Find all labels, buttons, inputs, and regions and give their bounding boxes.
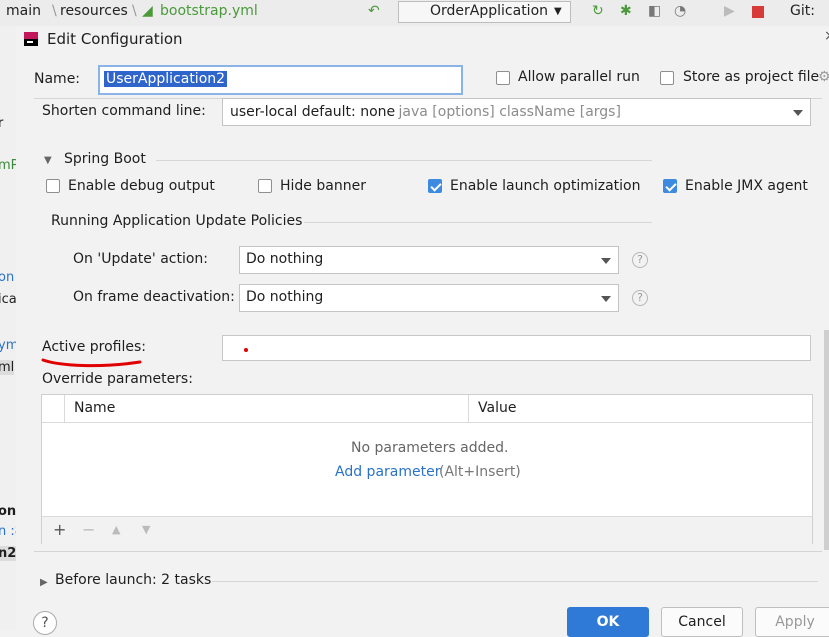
allow-parallel-label: Allow parallel run bbox=[518, 69, 640, 85]
override-parameters-table: Name Value No parameters added. Add para… bbox=[41, 394, 813, 544]
side-fragment: ml bbox=[0, 360, 15, 375]
column-header-name[interactable]: Name bbox=[74, 400, 115, 416]
run-icon[interactable]: ▶ bbox=[724, 3, 735, 19]
side-fragment: ym bbox=[0, 338, 16, 353]
run-config-label: OrderApplication bbox=[430, 3, 549, 19]
hammer-icon[interactable]: ↶ bbox=[368, 3, 380, 19]
cancel-button[interactable]: Cancel bbox=[661, 607, 743, 637]
help-button[interactable]: ? bbox=[33, 611, 57, 635]
leaf-icon: ◢ bbox=[142, 3, 153, 19]
divider bbox=[212, 581, 818, 582]
table-toolbar bbox=[42, 516, 812, 544]
shorten-value: user-local default: none bbox=[230, 104, 396, 120]
frame-deactivation-value: Do nothing bbox=[246, 289, 324, 305]
scrollbar[interactable] bbox=[824, 330, 829, 550]
add-parameter-shortcut: (Alt+Insert) bbox=[439, 464, 521, 480]
profiler-icon[interactable]: ◔ bbox=[674, 3, 686, 19]
ok-button[interactable]: OK bbox=[567, 607, 649, 637]
name-field[interactable]: UserApplication2 bbox=[98, 65, 463, 95]
expand-triangle-icon[interactable]: ▶ bbox=[40, 577, 48, 588]
column-header-value[interactable]: Value bbox=[478, 400, 516, 416]
breadcrumb-bootstrap[interactable]: bootstrap.yml bbox=[160, 3, 258, 19]
coverage-icon[interactable]: ◧ bbox=[648, 3, 661, 19]
move-down-icon[interactable]: ▼ bbox=[142, 523, 150, 536]
side-fragment: mP bbox=[0, 158, 16, 173]
update-policies-header: Running Application Update Policies bbox=[51, 213, 303, 229]
before-launch-header[interactable]: Before launch: 2 tasks bbox=[55, 572, 211, 588]
hide-banner-label: Hide banner bbox=[280, 178, 366, 194]
shorten-command-select[interactable]: user-local default: none - java [options… bbox=[222, 98, 811, 126]
divider bbox=[64, 395, 65, 422]
empty-table-text: No parameters added. bbox=[351, 440, 509, 456]
ide-side-panel: r mP on ica ym ml on n :8 n2 bbox=[0, 26, 17, 630]
store-project-checkbox[interactable] bbox=[660, 71, 674, 85]
override-parameters-label: Override parameters: bbox=[42, 371, 193, 387]
side-fragment: on bbox=[0, 504, 17, 519]
spring-boot-header: Spring Boot bbox=[64, 151, 146, 167]
frame-deactivation-label: On frame deactivation: bbox=[73, 289, 235, 305]
update-action-label: On 'Update' action: bbox=[73, 251, 209, 267]
jmx-agent-checkbox[interactable] bbox=[663, 179, 677, 193]
update-action-value: Do nothing bbox=[246, 251, 324, 267]
help-icon[interactable]: ? bbox=[632, 252, 648, 268]
divider bbox=[304, 222, 652, 223]
apply-button[interactable]: Apply bbox=[755, 607, 829, 637]
red-underline-annotation bbox=[41, 358, 142, 368]
stop-icon[interactable] bbox=[752, 6, 764, 18]
allow-parallel-checkbox[interactable] bbox=[496, 71, 510, 85]
active-profiles-input[interactable] bbox=[222, 335, 811, 361]
launch-optimization-checkbox[interactable] bbox=[428, 179, 442, 193]
chevron-down-icon bbox=[601, 296, 611, 302]
shorten-label: Shorten command line: bbox=[42, 103, 206, 119]
collapse-triangle-icon[interactable]: ▼ bbox=[44, 155, 52, 166]
table-header bbox=[42, 395, 812, 423]
remove-icon[interactable]: − bbox=[82, 520, 95, 539]
breadcrumb-separator: \ bbox=[52, 3, 57, 19]
gear-icon[interactable]: ⚙ bbox=[818, 69, 829, 85]
name-label: Name: bbox=[34, 71, 81, 87]
breadcrumb-main[interactable]: main bbox=[6, 3, 41, 19]
side-fragment: r bbox=[0, 116, 3, 131]
hide-banner-checkbox[interactable] bbox=[258, 179, 272, 193]
git-label: Git: bbox=[790, 3, 815, 19]
red-dot-annotation bbox=[244, 348, 248, 352]
shorten-hint: - java [options] className [args] bbox=[389, 104, 621, 120]
side-fragment: ica bbox=[0, 292, 17, 307]
divider bbox=[468, 395, 469, 422]
name-field-value: UserApplication2 bbox=[104, 71, 228, 87]
close-icon[interactable]: × bbox=[824, 28, 829, 44]
frame-deactivation-select[interactable]: Do nothing bbox=[239, 284, 619, 312]
chevron-down-icon: ▼ bbox=[554, 6, 562, 17]
divider bbox=[156, 160, 652, 161]
side-fragment: n2 bbox=[0, 546, 16, 561]
move-up-icon[interactable]: ▲ bbox=[112, 523, 120, 536]
add-parameter-link[interactable]: Add parameter bbox=[335, 464, 440, 480]
update-action-select[interactable]: Do nothing bbox=[239, 246, 619, 274]
debug-output-label: Enable debug output bbox=[68, 178, 215, 194]
chevron-down-icon bbox=[793, 110, 803, 116]
ide-toolbar: main \ resources \ ◢ bootstrap.yml ↶ Ord… bbox=[0, 0, 829, 27]
launch-optimization-label: Enable launch optimization bbox=[450, 178, 641, 194]
add-icon[interactable]: + bbox=[53, 520, 66, 539]
side-fragment: n :8 bbox=[0, 524, 16, 539]
rerun-icon[interactable]: ↻ bbox=[592, 3, 604, 19]
jmx-agent-label: Enable JMX agent bbox=[685, 178, 808, 194]
breadcrumb-resources[interactable]: resources bbox=[60, 3, 128, 19]
help-icon[interactable]: ? bbox=[632, 290, 648, 306]
dialog-title: Edit Configuration bbox=[47, 30, 183, 48]
debug-output-checkbox[interactable] bbox=[46, 179, 60, 193]
side-fragment: on bbox=[0, 270, 15, 285]
intellij-icon bbox=[24, 32, 38, 46]
store-project-label: Store as project file bbox=[683, 69, 820, 85]
breadcrumb-separator: \ bbox=[132, 3, 137, 19]
debug-icon[interactable]: ✱ bbox=[620, 3, 632, 19]
active-profiles-label: Active profiles: bbox=[42, 339, 146, 355]
chevron-down-icon bbox=[601, 258, 611, 264]
